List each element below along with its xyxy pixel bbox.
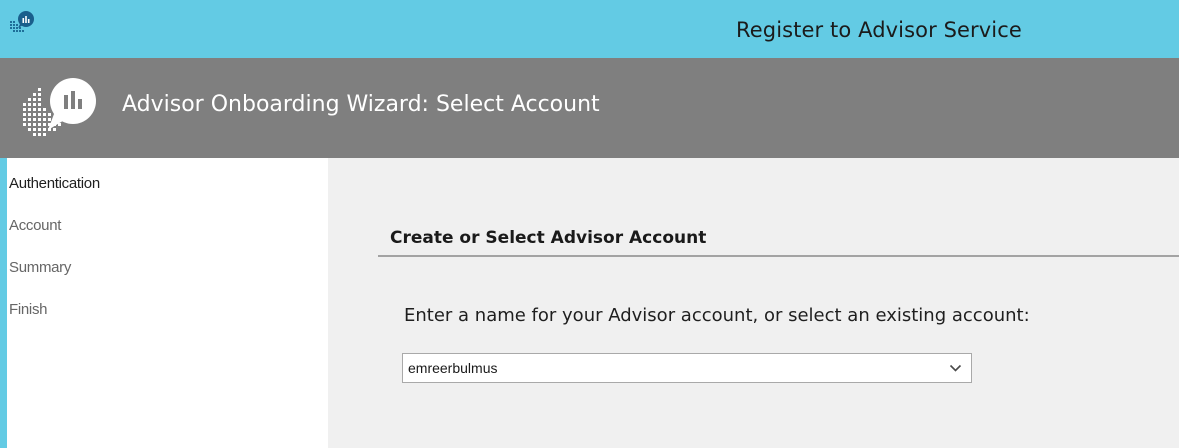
window-title-bar[interactable]: Register to Advisor Service	[0, 0, 1179, 58]
wizard-title: Advisor Onboarding Wizard: Select Accoun…	[122, 92, 600, 117]
section-divider	[378, 255, 1179, 257]
wizard-header: Advisor Onboarding Wizard: Select Accoun…	[0, 58, 1179, 158]
advisor-chat-icon	[10, 11, 34, 32]
left-accent-bar	[0, 158, 7, 448]
wizard-content-panel: Create or Select Advisor Account Enter a…	[328, 158, 1179, 448]
account-name-prompt: Enter a name for your Advisor account, o…	[404, 305, 1030, 326]
window-title: Register to Advisor Service	[736, 18, 1022, 42]
advisor-logo-icon	[23, 78, 96, 136]
nav-step-finish[interactable]: Finish	[9, 301, 48, 318]
chevron-down-icon[interactable]	[949, 363, 962, 373]
nav-step-account[interactable]: Account	[9, 217, 61, 234]
nav-step-summary[interactable]: Summary	[9, 259, 71, 276]
account-select-value[interactable]: emreerbulmus	[408, 360, 497, 376]
section-title: Create or Select Advisor Account	[390, 228, 707, 248]
wizard-steps-nav: Authentication Account Summary Finish	[7, 158, 328, 448]
nav-step-authentication[interactable]: Authentication	[9, 175, 100, 192]
account-select-dropdown[interactable]: emreerbulmus	[402, 353, 972, 383]
